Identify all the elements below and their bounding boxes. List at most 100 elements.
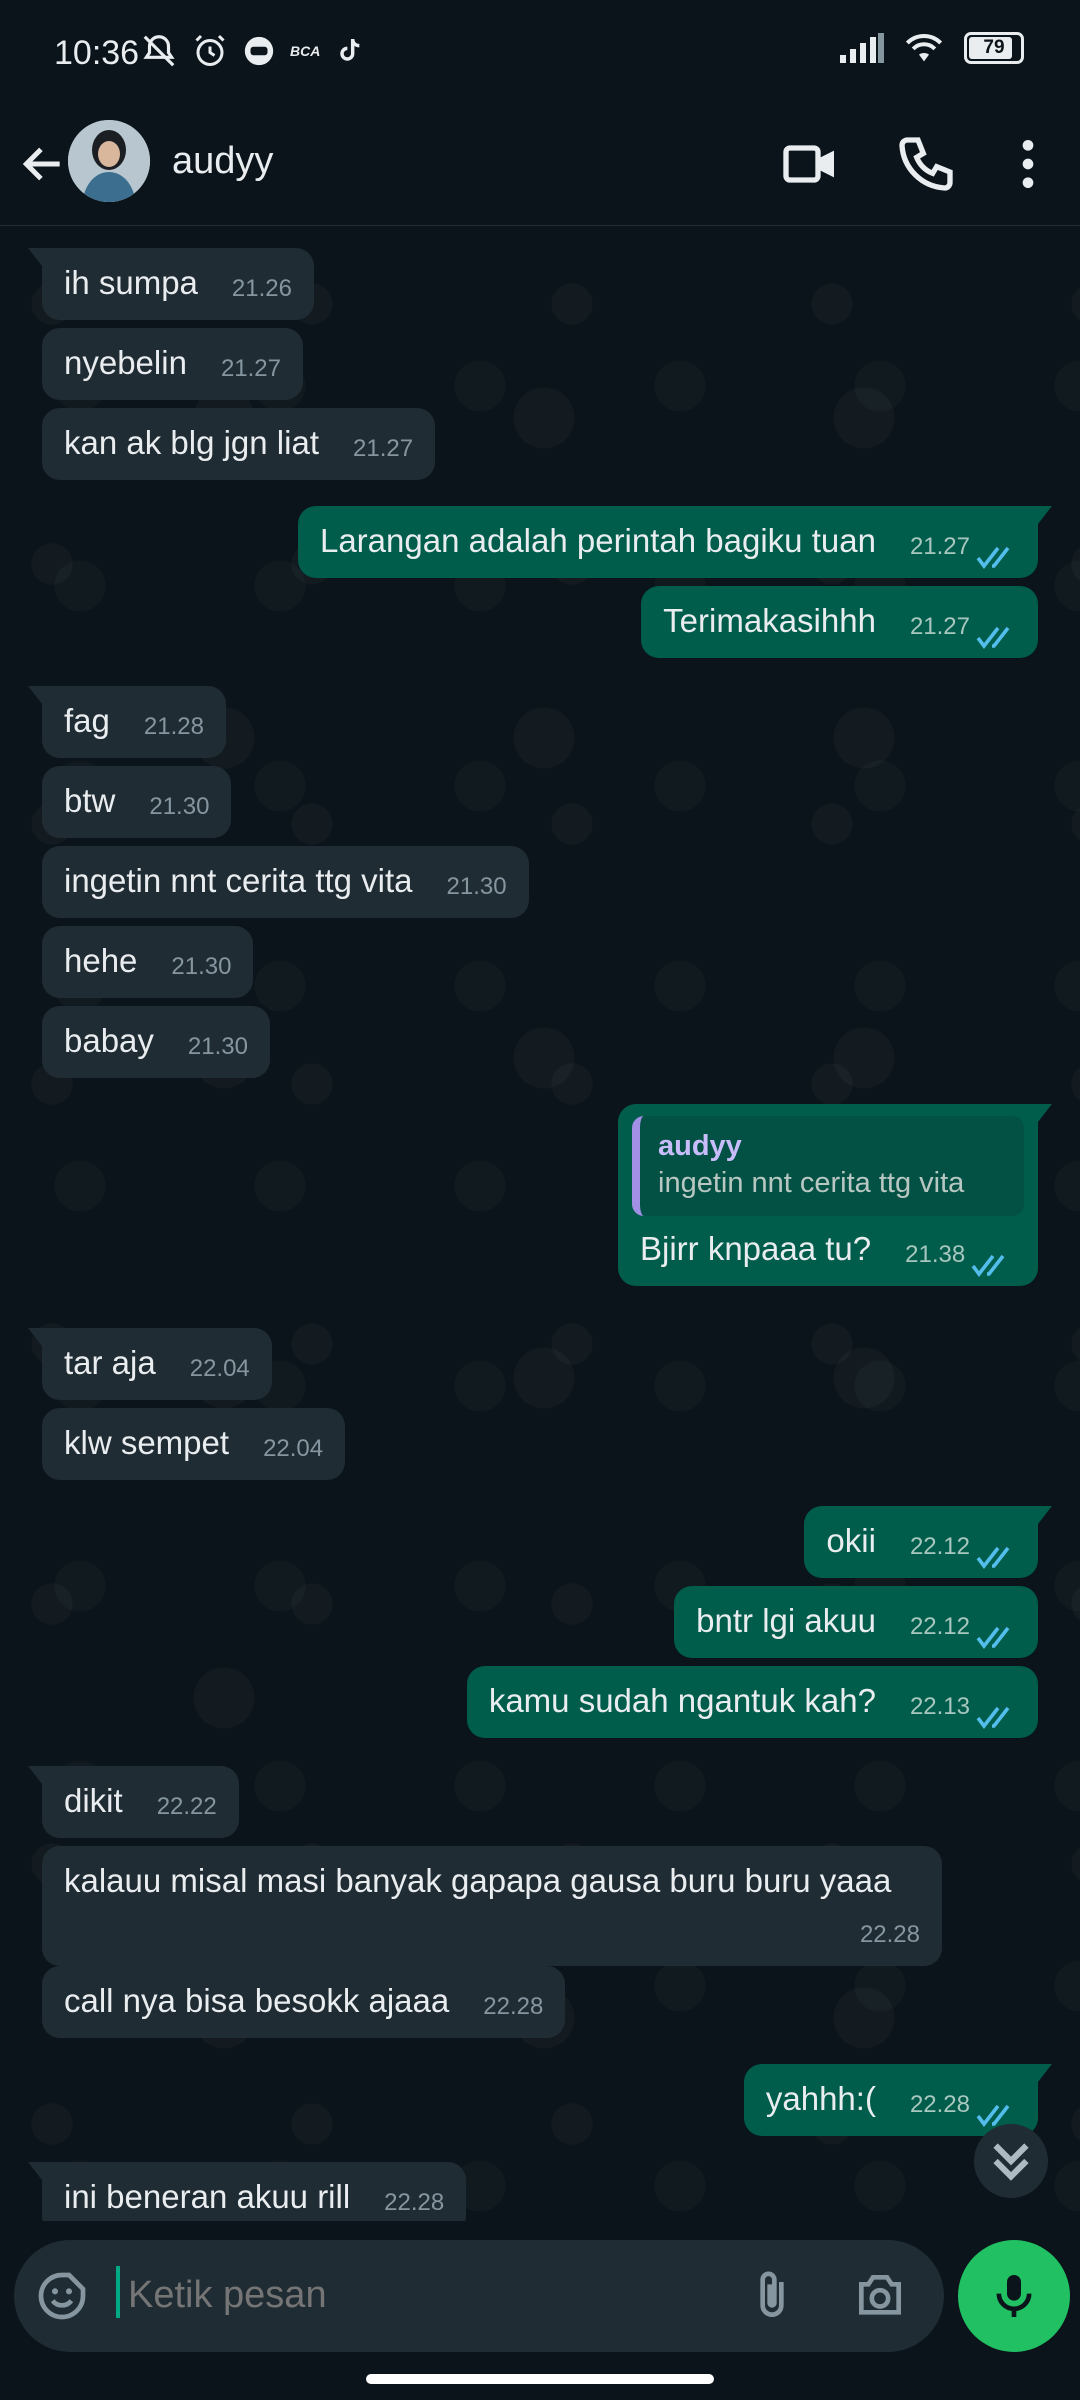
message-text: btw xyxy=(64,782,116,819)
message-text: Bjirr knpaaa tu? xyxy=(640,1230,872,1267)
double-check-icon xyxy=(976,1706,1010,1729)
home-indicator[interactable] xyxy=(366,2374,714,2384)
tiktok-icon xyxy=(340,38,360,61)
message-time: 21.38 xyxy=(905,1241,966,1268)
video-call-icon[interactable] xyxy=(778,132,842,196)
message-outgoing[interactable]: bntr lgi akuu 22.12 xyxy=(674,1586,1038,1658)
quoted-text: ingetin nnt cerita ttg vita xyxy=(658,1167,965,1199)
message-time: 22.04 xyxy=(263,1435,324,1462)
message-time: 22.12 xyxy=(909,1613,970,1640)
status-bar: 10:36 BCA 79 xyxy=(0,0,1080,110)
message-time: 22.04 xyxy=(189,1355,250,1382)
message-incoming[interactable]: babay 21.30 xyxy=(42,1006,270,1078)
app-notification-icon xyxy=(244,36,274,66)
message-time: 21.30 xyxy=(446,873,507,900)
status-system-icons: 79 xyxy=(840,32,1024,64)
message-time: 21.30 xyxy=(187,1033,248,1060)
message-incoming[interactable]: btw 21.30 xyxy=(42,766,232,838)
double-check-icon xyxy=(976,1626,1010,1649)
contact-name[interactable]: audyy xyxy=(172,140,273,183)
message-text: Terimakasihhh xyxy=(663,602,876,639)
message-text: klw sempet xyxy=(64,1424,230,1461)
message-text: ih sumpa xyxy=(64,264,198,301)
paperclip-icon[interactable] xyxy=(744,2268,800,2324)
status-time: 10:36 xyxy=(54,34,140,72)
double-check-icon xyxy=(976,1546,1010,1569)
message-time: 22.12 xyxy=(909,1533,970,1560)
message-composer xyxy=(14,2240,944,2352)
message-time: 22.28 xyxy=(859,1921,920,1948)
message-incoming[interactable]: kalauu misal masi banyak gapapa gausa bu… xyxy=(42,1846,942,1966)
message-input[interactable] xyxy=(126,2262,730,2328)
message-text: kalauu misal masi banyak gapapa gausa bu… xyxy=(64,1862,892,1899)
message-text: babay xyxy=(64,1022,154,1059)
message-time: 21.30 xyxy=(149,793,210,820)
camera-icon[interactable] xyxy=(852,2268,908,2324)
message-incoming[interactable]: ih sumpa 21.26 xyxy=(28,248,314,320)
message-text: Larangan adalah perintah bagiku tuan xyxy=(319,522,876,559)
message-outgoing[interactable]: okii 22.12 xyxy=(804,1506,1052,1578)
message-outgoing[interactable]: kamu sudah ngantuk kah? 22.13 xyxy=(466,1666,1038,1738)
double-check-icon xyxy=(971,1254,1005,1277)
message-time: 22.22 xyxy=(156,1793,217,1820)
message-incoming[interactable]: nyebelin 21.27 xyxy=(42,328,303,400)
microphone-icon xyxy=(996,2275,1032,2317)
message-time: 21.26 xyxy=(231,275,292,302)
chat-header: audyy xyxy=(0,110,1080,226)
message-time: 22.13 xyxy=(909,1693,970,1720)
more-vertical-icon[interactable] xyxy=(996,132,1060,196)
message-text: call nya bisa besokk ajaaa xyxy=(64,1982,450,2019)
message-time: 22.28 xyxy=(384,2189,445,2216)
message-text: bntr lgi akuu xyxy=(696,1602,876,1639)
message-outgoing[interactable]: Larangan adalah perintah bagiku tuan 21.2… xyxy=(297,506,1053,578)
arrow-left-icon[interactable] xyxy=(18,134,68,194)
message-time: 21.27 xyxy=(353,435,414,462)
message-text: kan ak blg jgn liat xyxy=(64,424,319,461)
message-text: nyebelin xyxy=(64,344,187,381)
phone-icon[interactable] xyxy=(894,132,958,196)
message-time: 22.28 xyxy=(483,1993,544,2020)
message-incoming[interactable]: call nya bisa besokk ajaaa 22.28 xyxy=(42,1966,566,2038)
message-text: fag xyxy=(64,702,110,739)
message-outgoing[interactable]: Terimakasihhh 21.27 xyxy=(641,586,1038,658)
message-time: 22.28 xyxy=(909,2091,970,2118)
message-list[interactable]: ih sumpa 21.26 nyebelin 21.27 kan ak blg j… xyxy=(0,226,1080,2221)
message-text: ini beneran akuu rill xyxy=(64,2178,351,2215)
message-time: 21.27 xyxy=(909,533,970,560)
quoted-sender: audyy xyxy=(658,1130,742,1162)
message-text: hehe xyxy=(64,942,138,979)
quoted-message[interactable]: audyy ingetin nnt cerita ttg vita xyxy=(632,1116,1024,1216)
voice-message-button[interactable] xyxy=(958,2240,1070,2352)
message-text: dikit xyxy=(64,1782,123,1819)
message-text: ingetin nnt cerita ttg vita xyxy=(64,862,413,899)
message-time: 21.27 xyxy=(909,613,970,640)
message-incoming[interactable]: ini beneran akuu rill 22.28 xyxy=(27,2162,467,2221)
message-incoming[interactable]: kan ak blg jgn liat 21.27 xyxy=(42,408,436,480)
text-cursor xyxy=(116,2266,120,2318)
message-outgoing-reply[interactable]: audyy ingetin nnt cerita ttg vita Bjirr … xyxy=(618,1104,1052,1286)
wifi-icon xyxy=(905,34,943,62)
scroll-to-bottom-button[interactable] xyxy=(974,2124,1048,2198)
mute-bell-icon xyxy=(143,35,175,67)
message-text: okii xyxy=(826,1522,876,1559)
status-notification-icons: BCA xyxy=(140,32,366,70)
sticker-icon[interactable] xyxy=(34,2268,90,2324)
double-check-icon xyxy=(976,626,1010,649)
message-incoming[interactable]: klw sempet 22.04 xyxy=(42,1408,346,1480)
message-incoming[interactable]: tar aja 22.04 xyxy=(28,1328,272,1400)
battery-icon: 79 xyxy=(964,32,1024,64)
message-time: 21.28 xyxy=(143,713,204,740)
double-check-icon xyxy=(976,546,1010,569)
message-incoming[interactable]: ingetin nnt cerita ttg vita 21.30 xyxy=(42,846,529,918)
battery-level: 79 xyxy=(983,37,1005,58)
message-incoming[interactable]: hehe 21.30 xyxy=(42,926,254,998)
signal-icon xyxy=(840,33,884,63)
message-incoming[interactable]: fag 21.28 xyxy=(28,686,226,758)
message-incoming[interactable]: dikit 22.22 xyxy=(28,1766,239,1838)
alarm-icon xyxy=(195,34,225,66)
avatar[interactable] xyxy=(68,120,150,202)
message-time: 21.30 xyxy=(171,953,232,980)
message-text: yahhh:( xyxy=(765,2080,876,2117)
bca-icon: BCA xyxy=(290,43,321,59)
message-text: kamu sudah ngantuk kah? xyxy=(488,1682,876,1719)
